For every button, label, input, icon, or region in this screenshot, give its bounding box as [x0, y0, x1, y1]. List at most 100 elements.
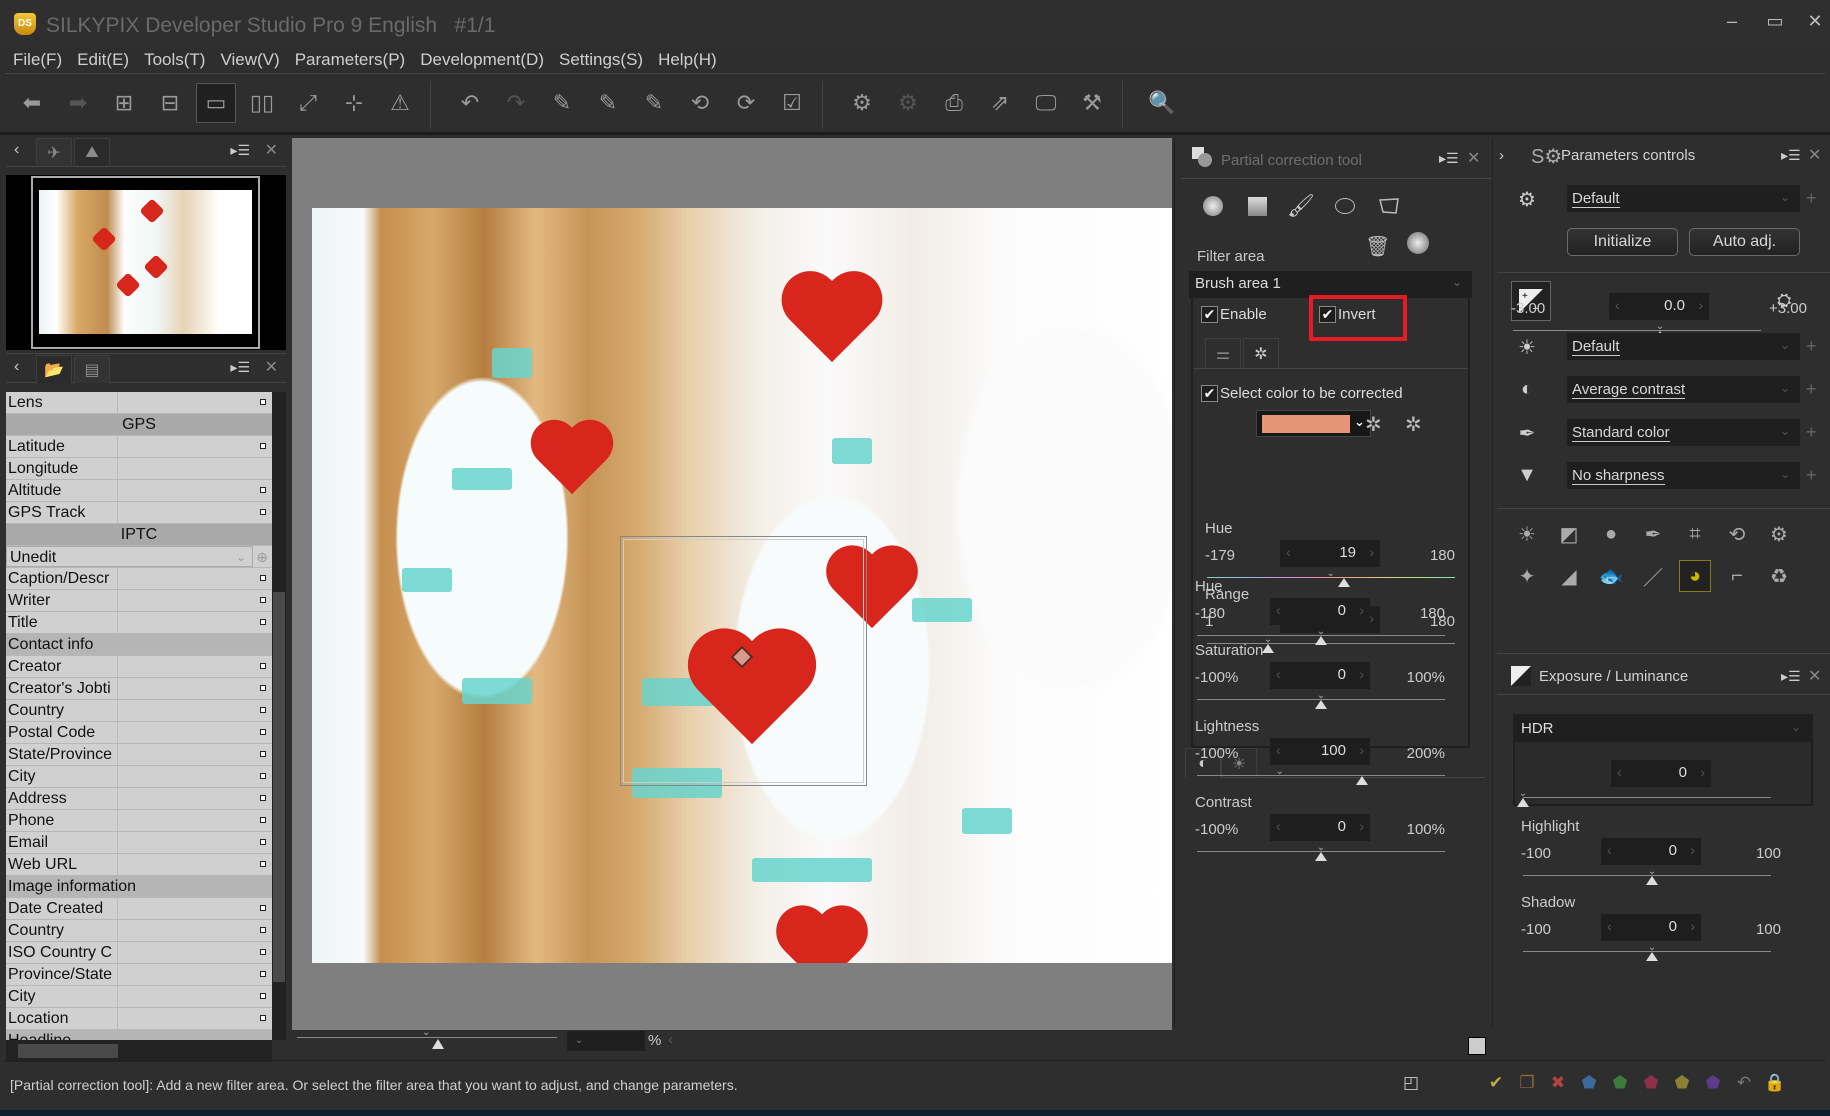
- spot-brush-button[interactable]: ／: [1637, 560, 1669, 592]
- menu-edit[interactable]: Edit(E): [77, 48, 129, 72]
- add-preset-icon[interactable]: +: [1806, 336, 1817, 357]
- linear-gradient-button[interactable]: [1241, 190, 1273, 222]
- copy-icon[interactable]: ❐: [1516, 1073, 1538, 1095]
- menu-help[interactable]: Help(H): [658, 48, 717, 72]
- iptc-preset-select[interactable]: Unedit ⌄ ⊕: [6, 546, 272, 568]
- decrement-icon[interactable]: ‹: [1617, 764, 1622, 780]
- metadata-value[interactable]: [118, 722, 272, 743]
- info-tab[interactable]: ▤: [74, 355, 110, 383]
- label-green-icon[interactable]: ⬟: [1609, 1073, 1631, 1095]
- sharpness-select[interactable]: No sharpness ⌄: [1567, 462, 1800, 489]
- color-reset-icon[interactable]: ✲: [1405, 412, 1422, 437]
- decrement-icon[interactable]: ‹: [1276, 666, 1281, 682]
- metadata-row[interactable]: Lens: [6, 392, 272, 414]
- slider-track[interactable]: [1513, 330, 1761, 331]
- auto-exposure-icon[interactable]: ⛭: [1777, 290, 1791, 311]
- polygon-button[interactable]: [1373, 190, 1405, 222]
- fisheye-button[interactable]: 🐟: [1595, 560, 1627, 592]
- add-preset-icon[interactable]: +: [1806, 188, 1817, 209]
- menu-view[interactable]: View(V): [220, 48, 279, 72]
- hammer-button[interactable]: ⚒: [1072, 83, 1112, 123]
- metadata-value[interactable]: [118, 744, 272, 765]
- image-canvas[interactable]: [292, 138, 1172, 1030]
- metadata-row[interactable]: Creator: [6, 656, 272, 678]
- increment-icon[interactable]: ›: [1359, 742, 1364, 758]
- decrement-icon[interactable]: ‹: [1286, 544, 1291, 560]
- metadata-row[interactable]: Address: [6, 788, 272, 810]
- label-yellow-icon[interactable]: ⬟: [1671, 1073, 1693, 1095]
- add-preset-icon[interactable]: +: [1806, 422, 1817, 443]
- metadata-row[interactable]: City: [6, 986, 272, 1008]
- panel-close-icon[interactable]: ✕: [1808, 145, 1821, 165]
- value-input[interactable]: ‹ 0 ›: [1270, 598, 1370, 625]
- initialize-button[interactable]: Initialize: [1567, 228, 1678, 256]
- check-mark-button[interactable]: ☑: [772, 83, 812, 123]
- metadata-subsection-header[interactable]: Contact info: [6, 634, 272, 656]
- slider-thumb[interactable]: [1315, 636, 1327, 645]
- metadata-row[interactable]: GPS Track: [6, 502, 272, 524]
- slider-thumb[interactable]: [1646, 876, 1658, 885]
- gray-eyedropper-button[interactable]: ✎: [588, 83, 628, 123]
- single-view-button[interactable]: ▭: [196, 83, 236, 123]
- increment-icon[interactable]: ›: [1359, 666, 1364, 682]
- metadata-value[interactable]: [118, 590, 272, 611]
- navigator-preview[interactable]: [6, 175, 286, 350]
- value-input[interactable]: ‹ 0.0 ›: [1609, 293, 1709, 320]
- metadata-row[interactable]: State/Province: [6, 744, 272, 766]
- spot-light-button[interactable]: ✦: [1511, 560, 1543, 592]
- metadata-value[interactable]: [118, 942, 272, 963]
- metadata-row[interactable]: Title: [6, 612, 272, 634]
- monitor-button[interactable]: 🖵: [1026, 83, 1066, 123]
- metadata-row[interactable]: Longitude: [6, 458, 272, 480]
- value-input[interactable]: ‹ 0 ›: [1601, 838, 1701, 865]
- increment-icon[interactable]: ›: [1698, 297, 1703, 313]
- collapse-chevron-icon[interactable]: ‹: [14, 358, 19, 376]
- develop-settings-button[interactable]: ⚙: [1763, 518, 1795, 550]
- add-preset-icon[interactable]: +: [1806, 379, 1817, 400]
- metadata-row[interactable]: Province/State: [6, 964, 272, 986]
- panel-menu-icon[interactable]: ▸☰: [1781, 147, 1801, 164]
- panel-close-icon[interactable]: ✕: [265, 357, 278, 377]
- metadata-value[interactable]: [118, 788, 272, 809]
- filmstrip-button[interactable]: ⊟: [150, 83, 190, 123]
- increment-icon[interactable]: ›: [1369, 544, 1374, 560]
- print-button[interactable]: ⎙: [934, 83, 974, 123]
- metadata-row[interactable]: Caption/Descr: [6, 568, 272, 590]
- metadata-row[interactable]: Postal Code: [6, 722, 272, 744]
- metadata-value[interactable]: [118, 480, 272, 501]
- zoom-slider-thumb[interactable]: [432, 1039, 444, 1049]
- panel-menu-icon[interactable]: ▸☰: [1439, 150, 1459, 167]
- decrement-icon[interactable]: ‹: [1276, 818, 1281, 834]
- zoom-input[interactable]: ⌄: [567, 1031, 645, 1051]
- contrast-select[interactable]: Average contrast ⌄: [1567, 376, 1800, 403]
- auto-adjust-button[interactable]: Auto adj.: [1689, 228, 1800, 256]
- tone-curve-button[interactable]: ◩: [1553, 518, 1585, 550]
- histogram-tab[interactable]: ⛰: [74, 138, 110, 166]
- value-input[interactable]: ‹ 19 ›: [1280, 540, 1380, 567]
- white-balance-select[interactable]: Default ⌄: [1567, 333, 1800, 360]
- metadata-value[interactable]: [118, 612, 272, 633]
- metadata-value[interactable]: [118, 436, 272, 457]
- metadata-row[interactable]: Creator's Jobti: [6, 678, 272, 700]
- decrement-icon[interactable]: ‹: [1607, 918, 1612, 934]
- decrement-icon[interactable]: ‹: [1607, 842, 1612, 858]
- page-icon[interactable]: ◰: [1400, 1073, 1422, 1095]
- metadata-value[interactable]: [118, 854, 272, 875]
- label-purple-icon[interactable]: ⬟: [1702, 1073, 1724, 1095]
- slider-thumb[interactable]: [1315, 852, 1327, 861]
- apply-settings-button[interactable]: ⚙: [888, 83, 928, 123]
- metadata-value[interactable]: [118, 986, 272, 1007]
- metadata-row[interactable]: Web URL: [6, 854, 272, 876]
- slider-track[interactable]: [1197, 775, 1445, 776]
- increment-icon[interactable]: ›: [1700, 764, 1705, 780]
- metadata-row[interactable]: ISO Country C: [6, 942, 272, 964]
- metadata-subsection-header[interactable]: Headline: [6, 1030, 272, 1040]
- metadata-value[interactable]: [118, 656, 272, 677]
- ellipse-button[interactable]: [1329, 190, 1361, 222]
- metadata-row[interactable]: Date Created: [6, 898, 272, 920]
- add-icon[interactable]: ⊕: [256, 547, 268, 568]
- panel-menu-icon[interactable]: ▸☰: [1781, 668, 1801, 685]
- metadata-value[interactable]: [118, 568, 272, 589]
- warning-button[interactable]: ⚠: [380, 83, 420, 123]
- slider-thumb[interactable]: [1337, 578, 1350, 587]
